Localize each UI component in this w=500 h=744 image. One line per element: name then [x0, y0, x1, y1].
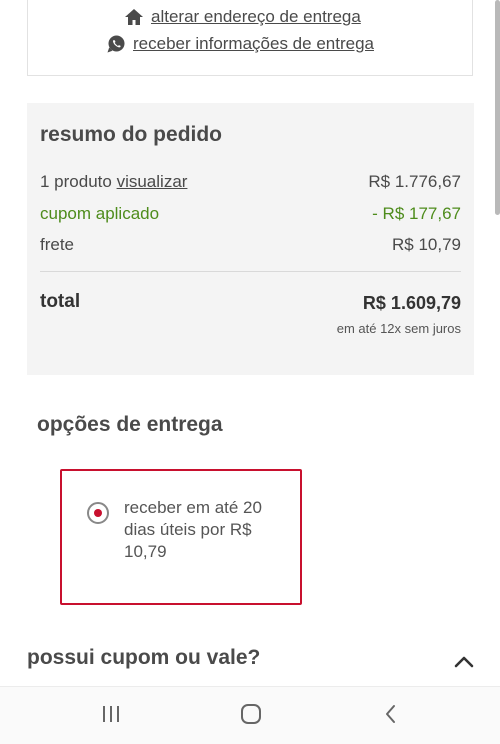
delivery-option-card[interactable]: receber em até 20 dias úteis por R$ 10,7…: [60, 469, 302, 605]
home-nav-icon: [240, 703, 262, 730]
delivery-info-link[interactable]: receber informações de entrega: [106, 34, 374, 54]
products-row: 1 produto visualizar R$ 1.776,67: [40, 172, 461, 192]
whatsapp-icon: [106, 34, 126, 54]
coupon-label: cupom aplicado: [40, 204, 160, 223]
coupon-row: cupom aplicado - R$ 177,67: [40, 204, 461, 224]
home-icon: [124, 7, 144, 27]
products-value: R$ 1.776,67: [368, 172, 461, 191]
chevron-up-icon[interactable]: [452, 651, 476, 671]
back-nav-button[interactable]: [376, 701, 406, 731]
delivery-info-label: receber informações de entrega: [133, 34, 374, 53]
order-summary: resumo do pedido 1 produto visualizar R$…: [27, 103, 474, 375]
total-value: R$ 1.609,79: [362, 293, 461, 313]
view-products-link[interactable]: visualizar: [117, 172, 188, 191]
coupon-value: - R$ 177,67: [372, 204, 461, 223]
recents-icon: [100, 704, 122, 729]
home-nav-button[interactable]: [236, 701, 266, 731]
system-nav-bar: [0, 686, 500, 744]
scrollbar[interactable]: [495, 0, 500, 215]
delivery-options-title: opções de entrega: [37, 413, 223, 436]
back-icon: [383, 703, 399, 730]
total-label: total: [40, 291, 81, 312]
products-label: 1 produto: [40, 172, 112, 191]
shipping-value: R$ 10,79: [392, 235, 461, 254]
order-summary-title: resumo do pedido: [40, 123, 223, 146]
recents-button[interactable]: [96, 701, 126, 731]
coupon-section-title: possui cupom ou vale?: [27, 646, 261, 669]
delivery-option-text: receber em até 20 dias úteis por R$ 10,7…: [124, 498, 262, 561]
change-address-label: alterar endereço de entrega: [151, 7, 361, 26]
installments-note: em até 12x sem juros: [336, 321, 461, 336]
delivery-option-radio[interactable]: [87, 502, 109, 524]
summary-divider: [40, 271, 461, 272]
shipping-label: frete: [40, 235, 75, 254]
change-address-link[interactable]: alterar endereço de entrega: [124, 7, 361, 27]
shipping-row: frete R$ 10,79: [40, 235, 461, 255]
